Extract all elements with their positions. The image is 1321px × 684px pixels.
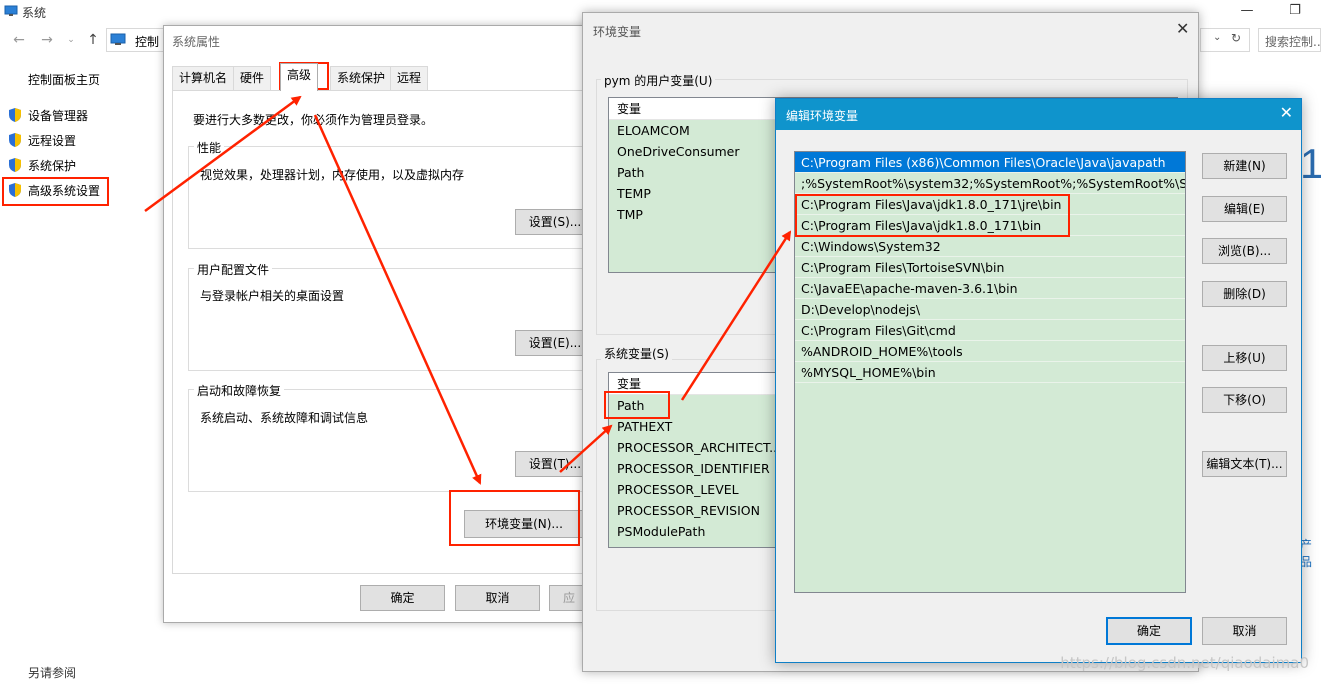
- move-up-button[interactable]: 上移(U): [1202, 345, 1287, 371]
- performance-title: 性能: [194, 139, 225, 156]
- close-icon[interactable]: ✕: [1176, 19, 1189, 38]
- back-arrow-icon[interactable]: ←: [10, 31, 28, 49]
- annotation-box-advanced-settings: [2, 177, 109, 206]
- list-item[interactable]: C:\Program Files\Git\cmd: [795, 320, 1185, 341]
- sp-cancel-button[interactable]: 取消: [455, 585, 540, 611]
- restore-icon[interactable]: ❐: [1280, 0, 1310, 24]
- dialog-title: 编辑环境变量: [786, 109, 859, 123]
- list-item[interactable]: %ANDROID_HOME%\tools: [795, 341, 1185, 362]
- tab-computer-name[interactable]: 计算机名: [172, 66, 235, 90]
- tab-advanced[interactable]: 高级: [280, 63, 319, 91]
- see-also-heading: 另请参阅: [28, 666, 77, 680]
- tab-remote[interactable]: 远程: [390, 66, 429, 90]
- new-button[interactable]: 新建(N): [1202, 153, 1287, 179]
- sidebar-item-device-manager[interactable]: 设备管理器: [8, 106, 88, 126]
- partial-logo-digit: 1: [1300, 140, 1321, 187]
- shield-icon: [9, 133, 21, 147]
- dialog-titlebar: 编辑环境变量 ✕: [776, 99, 1301, 130]
- address-bar-controls: ⌄ ↻: [1200, 28, 1250, 52]
- delete-button[interactable]: 删除(D): [1202, 281, 1287, 307]
- close-icon[interactable]: ✕: [1280, 103, 1293, 122]
- sidebar-item-remote-settings[interactable]: 远程设置: [8, 131, 76, 151]
- edit-text-button[interactable]: 编辑文本(T)...: [1202, 451, 1287, 477]
- system-window-title: 系统: [22, 6, 47, 20]
- tab-hardware[interactable]: 硬件: [233, 66, 272, 90]
- watermark-text: https://blog.csdn.net/qiaodaima0: [1060, 654, 1309, 672]
- user-vars-title: pym 的用户变量(U): [601, 72, 716, 89]
- edit-cancel-button[interactable]: 取消: [1202, 617, 1287, 645]
- address-text: 控制: [135, 35, 160, 49]
- dialog-title: 环境变量: [593, 25, 642, 39]
- monitor-icon: [4, 5, 18, 16]
- edit-button[interactable]: 编辑(E): [1202, 196, 1287, 222]
- dropdown-chevron-icon[interactable]: ⌄: [1213, 32, 1221, 43]
- edit-ok-button[interactable]: 确定: [1106, 617, 1192, 645]
- refresh-icon[interactable]: ↻: [1231, 31, 1241, 45]
- minimize-icon[interactable]: —: [1232, 0, 1262, 24]
- list-item[interactable]: C:\JavaEE\apache-maven-3.6.1\bin: [795, 278, 1185, 299]
- search-input[interactable]: 搜索控制...: [1258, 28, 1321, 52]
- startup-recovery-title: 启动和故障恢复: [194, 382, 285, 399]
- sidebar-item-label: 设备管理器: [28, 109, 89, 123]
- annotation-box-jdk-paths: [795, 194, 1070, 237]
- computer-icon: [110, 33, 126, 45]
- list-item[interactable]: %MYSQL_HOME%\bin: [795, 362, 1185, 383]
- sidebar-item-label: 系统保护: [28, 159, 77, 173]
- admin-note: 要进行大多数更改，你必须作为管理员登录。: [193, 113, 434, 127]
- sidebar-item-system-protection[interactable]: 系统保护: [8, 156, 76, 176]
- startup-recovery-desc: 系统启动、系统故障和调试信息: [200, 411, 369, 425]
- user-profiles-desc: 与登录帐户相关的桌面设置: [200, 289, 345, 303]
- address-bar[interactable]: 控制: [106, 28, 166, 52]
- tab-system-protection[interactable]: 系统保护: [330, 66, 393, 90]
- annotation-box-env-button: [449, 490, 580, 546]
- sidebar-item-label: 远程设置: [28, 134, 77, 148]
- list-item[interactable]: C:\Program Files (x86)\Common Files\Orac…: [795, 152, 1185, 173]
- partial-link-text[interactable]: 产品: [1300, 536, 1321, 570]
- edit-environment-variable-dialog: 编辑环境变量 ✕ C:\Program Files (x86)\Common F…: [775, 98, 1302, 663]
- browse-button[interactable]: 浏览(B)...: [1202, 238, 1287, 264]
- chevron-down-icon[interactable]: ⌄: [62, 31, 80, 49]
- system-vars-title: 系统变量(S): [601, 345, 672, 362]
- list-item[interactable]: C:\Windows\System32: [795, 236, 1185, 257]
- list-item[interactable]: C:\Program Files\TortoiseSVN\bin: [795, 257, 1185, 278]
- move-down-button[interactable]: 下移(O): [1202, 387, 1287, 413]
- forward-arrow-icon[interactable]: →: [38, 31, 56, 49]
- annotation-box-path-var: [604, 391, 670, 419]
- dialog-title: 系统属性: [172, 35, 221, 49]
- list-item[interactable]: ;%SystemRoot%\system32;%SystemRoot%;%Sys…: [795, 173, 1185, 194]
- control-panel-home-link[interactable]: 控制面板主页: [28, 70, 100, 90]
- shield-icon: [9, 108, 21, 122]
- sp-ok-button[interactable]: 确定: [360, 585, 445, 611]
- list-item[interactable]: D:\Develop\nodejs\: [795, 299, 1185, 320]
- performance-desc: 视觉效果，处理器计划，内存使用，以及虚拟内存: [200, 168, 465, 182]
- up-arrow-icon[interactable]: ↑: [84, 31, 102, 49]
- user-profiles-title: 用户配置文件: [194, 261, 273, 278]
- shield-icon: [9, 158, 21, 172]
